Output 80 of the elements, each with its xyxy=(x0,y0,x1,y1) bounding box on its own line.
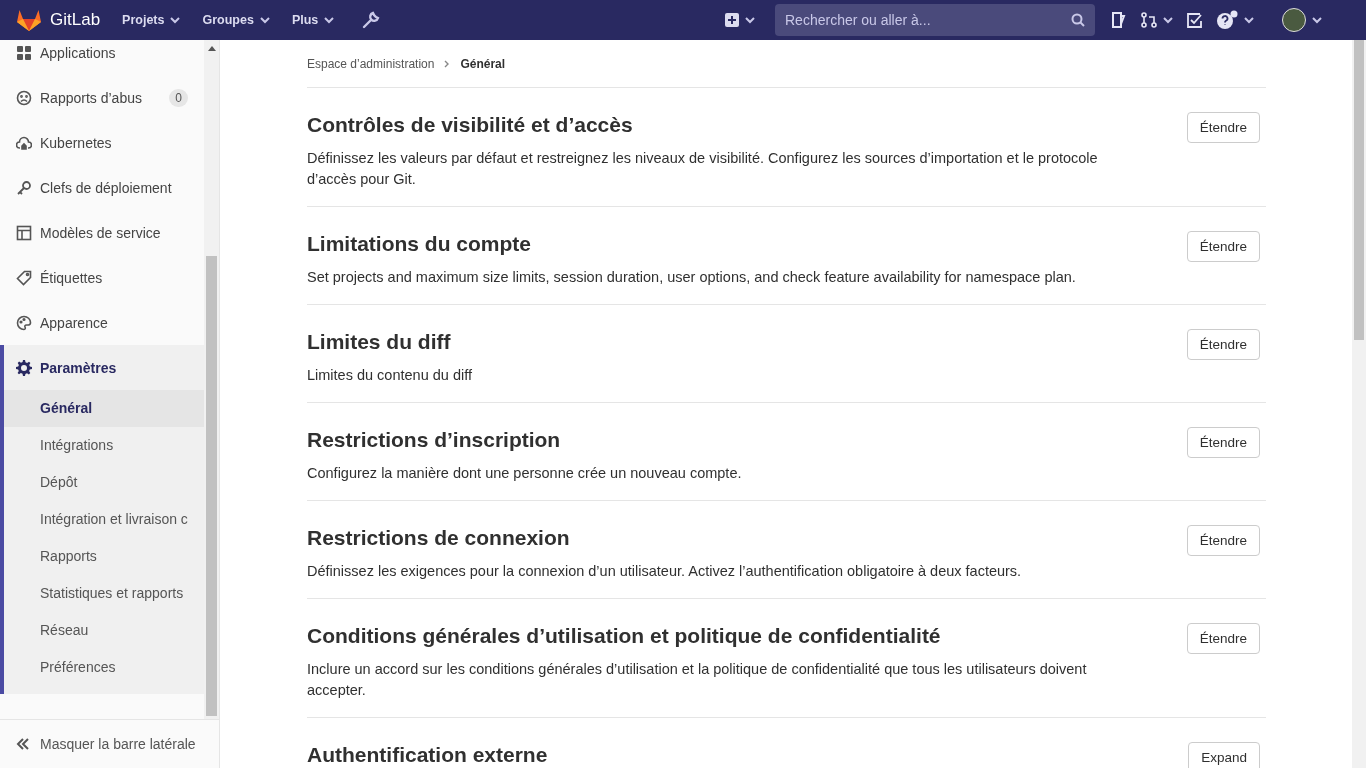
section-title: Restrictions de connexion xyxy=(307,525,571,551)
sidebar-subitem[interactable]: Rapports xyxy=(4,538,204,575)
help-icon xyxy=(1216,10,1238,30)
issues-icon[interactable] xyxy=(1111,12,1127,28)
nav-menu[interactable]: Projets xyxy=(122,13,181,27)
scrollbar[interactable] xyxy=(204,40,219,719)
settings-icon xyxy=(16,359,32,376)
section-description: Limites du contenu du diff xyxy=(307,366,473,385)
section-title: Contrôles de visibilité et d’accès xyxy=(307,112,634,138)
sidebar-item[interactable]: Clefs de déploiement xyxy=(0,165,204,210)
section-description: Configurez la manière dont une personne crée un nouveau compte. xyxy=(307,464,743,483)
new-item-menu[interactable] xyxy=(725,13,755,27)
sidebar-subitem[interactable]: Préférences xyxy=(4,649,204,686)
sidebar-subitem[interactable]: Intégration et livraison c xyxy=(4,501,204,538)
sad-face-icon xyxy=(16,89,32,106)
merge-request-icon xyxy=(1141,12,1157,28)
section-description: Définissez les exigences pour la connexion d’un utilisateur. Activez l’authentification obligatoire à deux facteurs. xyxy=(307,562,1023,581)
count-badge: 0 xyxy=(169,88,188,107)
section-description: Set projects and maximum size limits, session duration, user options, and check feature availability for namespace plan. xyxy=(307,268,1077,287)
search-field[interactable]: Rechercher ou aller à... xyxy=(775,4,1095,36)
help-menu[interactable] xyxy=(1216,10,1254,30)
wrench-icon[interactable] xyxy=(362,11,381,29)
sidebar-subitem[interactable]: Intégrations xyxy=(4,427,204,464)
grid-icon xyxy=(16,44,32,61)
sidebar-subitem[interactable]: Dépôt xyxy=(4,464,204,501)
section-title: Conditions générales d’utilisation et politique de confidentialité xyxy=(307,623,942,649)
sidebar-item[interactable]: Kubernetes xyxy=(0,120,204,165)
todo-icon[interactable] xyxy=(1187,12,1202,28)
palette-icon xyxy=(16,314,32,331)
section-title: Authentification externe xyxy=(307,742,549,768)
expand-button[interactable]: Étendre xyxy=(1186,427,1260,458)
chevron-down-icon xyxy=(1244,16,1254,24)
sidebar-subitem[interactable]: Statistiques et rapports xyxy=(4,575,204,612)
chevron-down-icon xyxy=(259,16,270,24)
scrollbar-thumb[interactable] xyxy=(206,256,217,716)
sidebar-item[interactable]: Rapports d’abus 0 xyxy=(0,75,204,120)
expand-button[interactable]: Étendre xyxy=(1186,525,1260,556)
cloud-icon xyxy=(16,134,32,151)
sidebar-item[interactable]: Étiquettes xyxy=(0,255,204,300)
sidebar-subitem[interactable]: Réseau xyxy=(4,612,204,649)
scroll-up-icon xyxy=(207,46,216,51)
fox-logo-icon[interactable] xyxy=(16,8,42,32)
chevron-down-icon xyxy=(1312,16,1322,24)
chevron-down-icon xyxy=(170,16,181,24)
sidebar-item[interactable]: Applications xyxy=(0,40,204,75)
expand-button[interactable]: Étendre xyxy=(1186,329,1260,360)
chevron-right-icon xyxy=(444,59,451,68)
nav-menu[interactable]: Plus xyxy=(291,13,335,27)
breadcrumb-link[interactable]: Espace d’administration xyxy=(307,56,435,71)
tag-icon xyxy=(16,269,32,286)
double-chevron-left-icon xyxy=(16,738,30,750)
section-description: Définissez les valeurs par défaut et restreignez les niveaux de visibilité. Configurez les sources d’importation et le protocole d’accès pour Git. xyxy=(307,149,1099,189)
user-menu[interactable] xyxy=(1282,8,1322,32)
plus-square-icon xyxy=(725,13,739,27)
chevron-down-icon xyxy=(324,16,335,24)
layout-icon xyxy=(16,224,32,241)
section-title: Restrictions d’inscription xyxy=(307,427,562,453)
section-title: Limitations du compte xyxy=(307,231,532,257)
brand-name[interactable]: GitLab xyxy=(50,10,101,30)
section-title: Limites du diff xyxy=(307,329,452,355)
expand-button[interactable]: Expand xyxy=(1188,742,1260,768)
expand-button[interactable]: Étendre xyxy=(1186,112,1260,143)
nav-menu[interactable]: Groupes xyxy=(202,13,270,27)
page-scrollbar[interactable] xyxy=(1352,40,1366,768)
section-description: Inclure un accord sur les conditions générales d’utilisation et la politique de confidentialité que tous les utilisateurs doivent accepter. xyxy=(307,660,1088,700)
expand-button[interactable]: Étendre xyxy=(1186,231,1260,262)
merge-requests-menu[interactable] xyxy=(1141,12,1173,28)
search-icon xyxy=(1071,13,1085,27)
sidebar-item[interactable]: Paramètres xyxy=(0,345,204,390)
key-icon xyxy=(16,179,32,196)
chevron-down-icon xyxy=(1163,16,1173,24)
collapse-sidebar-button[interactable]: Masquer la barre latérale xyxy=(0,719,219,768)
sidebar-item[interactable]: Modèles de service xyxy=(0,210,204,255)
chevron-down-icon xyxy=(745,16,755,24)
scrollbar-thumb[interactable] xyxy=(1354,40,1364,340)
avatar xyxy=(1282,8,1306,32)
breadcrumb-link[interactable]: Général xyxy=(460,56,506,71)
sidebar-item[interactable]: Apparence xyxy=(0,300,204,345)
expand-button[interactable]: Étendre xyxy=(1186,623,1260,654)
sidebar-subitem[interactable]: Général xyxy=(4,390,204,427)
